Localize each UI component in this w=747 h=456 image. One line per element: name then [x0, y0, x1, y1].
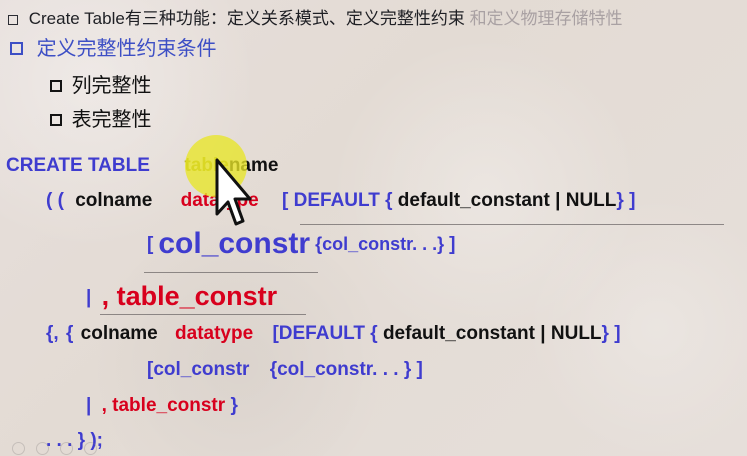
sub-point-text: 列完整性 [71, 75, 152, 97]
repeat-colname-text: colname [80, 323, 158, 344]
faint-control-icon [60, 442, 73, 455]
syntax-line-4: | , table_constr [86, 283, 277, 310]
blue-square-bullet-icon [10, 42, 23, 55]
col-constr-repeat-text: col_constr. . . [322, 234, 438, 254]
top-line-faded-text: 和定义物理存储特性 [469, 9, 623, 28]
default-brace-open: { [385, 190, 393, 211]
top-line-main-text: Create Table有三种功能：定义关系模式、定义完整性约束 [28, 9, 465, 28]
slide-top-line: Create Table有三种功能：定义关系模式、定义完整性约束 和定义物理存储… [8, 10, 623, 27]
faint-control-icon [12, 442, 25, 455]
syntax-line-6: [col_constr {col_constr. . . } ] [147, 360, 423, 379]
syntax-rule-line-4 [100, 314, 306, 315]
open-parens: ( ( [46, 190, 64, 211]
main-point-text: 定义完整性约束条件 [36, 38, 217, 60]
repeat-col-constr-repeat-open: {col_constr. . . [269, 359, 399, 380]
sub-point-table-integrity: 表完整性 [50, 110, 152, 130]
repeat-table-constr-text: , table_constr [101, 395, 226, 416]
repeat-pipe: | [540, 323, 546, 344]
col-constr-bracket-open: [ [147, 234, 154, 255]
repeat-inner-brace-open: { [370, 323, 378, 344]
default-brace-close: } [616, 190, 624, 211]
repeat-brace-open: { [65, 323, 74, 344]
repeat-table-constr-brace-close: } [230, 395, 238, 416]
repeat-default-constant-text: default_constant [382, 323, 535, 344]
syntax-rule-line-3 [144, 272, 318, 273]
repeat-col-constr-bracket-close: ] [416, 359, 423, 380]
repeat-null-keyword: NULL [550, 323, 602, 344]
sub-point-column-integrity: 列完整性 [50, 76, 152, 96]
repeat-col-constr-brace-close: } [403, 359, 412, 380]
black-square-bullet-icon [50, 80, 62, 92]
slide-canvas: Create Table有三种功能：定义关系模式、定义完整性约束 和定义物理存储… [0, 0, 747, 456]
default-bracket-open: [ [282, 190, 289, 211]
repeat-bracket-close: ] [614, 323, 621, 344]
repeat-datatype-text: datatype [175, 323, 254, 344]
default-pipe: | [555, 190, 561, 211]
mouse-pointer-highlight [185, 135, 265, 245]
faint-bottom-controls [0, 436, 140, 456]
mouse-cursor-icon [215, 158, 252, 226]
faint-control-icon [84, 442, 97, 455]
col-constr-bracket-close: ] [449, 234, 456, 255]
repeat-comma-brace: {, [46, 323, 59, 344]
syntax-line-7: | , table_constr } [86, 396, 238, 415]
syntax-line-2: ( ( colname datatype [ DEFAULT { default… [46, 191, 635, 210]
colname-text: colname [75, 190, 153, 211]
repeat-inner-brace-close: } [601, 323, 609, 344]
table-constr-pipe: | [86, 287, 92, 308]
repeat-default-open: [DEFAULT [272, 323, 365, 344]
default-bracket-close: ] [629, 190, 636, 211]
table-constr-text-large: , table_constr [101, 281, 278, 311]
default-keyword: DEFAULT [293, 190, 380, 211]
repeat-table-constr-pipe: | [86, 395, 92, 416]
null-keyword: NULL [565, 190, 617, 211]
syntax-rule-line-2 [300, 224, 724, 225]
black-square-bullet-icon [50, 114, 62, 126]
repeat-col-constr-open: [col_constr [147, 359, 250, 380]
syntax-line-5: {, { colname datatype [DEFAULT { default… [46, 324, 621, 343]
sub-point-text: 表完整性 [71, 109, 152, 131]
main-point: 定义完整性约束条件 [10, 39, 217, 59]
faint-control-icon [36, 442, 49, 455]
col-constr-brace-close: } [437, 234, 445, 254]
create-table-keyword: CREATE TABLE [6, 155, 150, 176]
default-constant-text: default_constant [397, 190, 550, 211]
square-bullet-icon [8, 15, 18, 25]
